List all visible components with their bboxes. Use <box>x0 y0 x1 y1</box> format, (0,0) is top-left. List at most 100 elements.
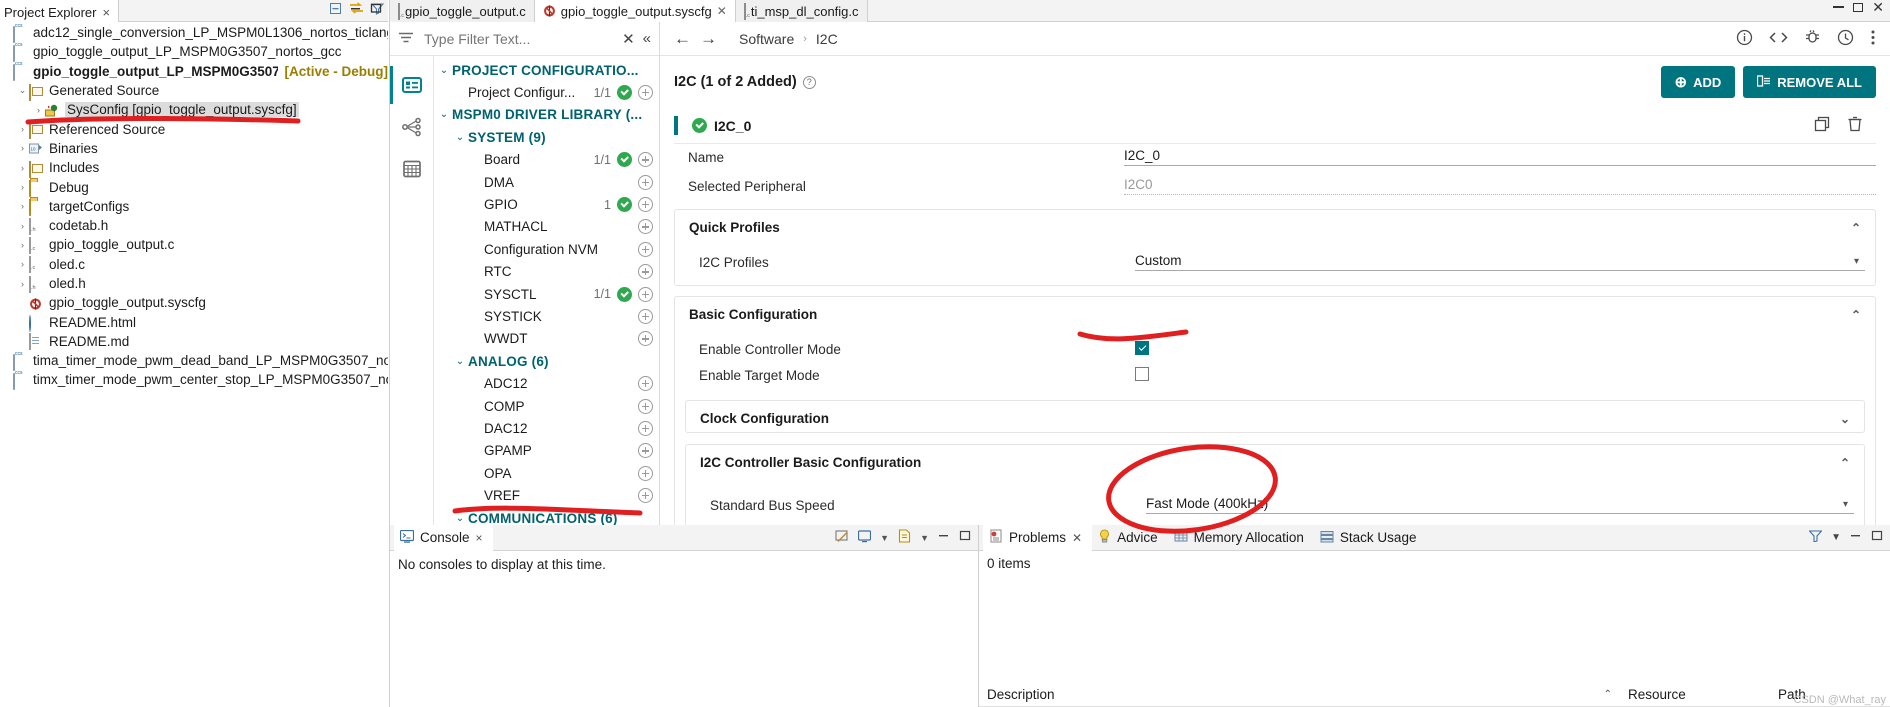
sysconfig-tree-item[interactable]: ⌄ SYSTEM (9) <box>434 126 659 148</box>
chevron-right-icon[interactable]: › <box>16 201 29 211</box>
view-menu-icon[interactable]: ▼ <box>1831 532 1841 543</box>
basic-configuration-header[interactable]: Basic Configuration ⌃ <box>685 305 1865 330</box>
chevron-up-icon[interactable]: ⌃ <box>1851 221 1861 235</box>
add-instance-icon[interactable] <box>638 241 653 257</box>
sysconfig-tree-item[interactable]: GPAMP <box>434 440 659 462</box>
code-icon[interactable] <box>1769 30 1788 48</box>
rail-board-view-icon[interactable] <box>390 148 433 190</box>
add-instance-icon[interactable] <box>638 264 653 280</box>
quick-profiles-header[interactable]: Quick Profiles ⌃ <box>685 218 1865 243</box>
close-icon[interactable]: × <box>102 5 110 20</box>
chevron-right-icon[interactable]: › <box>16 259 29 269</box>
info-icon[interactable] <box>1736 29 1753 49</box>
close-icon[interactable]: ✕ <box>1872 0 1884 14</box>
add-instance-icon[interactable] <box>638 488 653 504</box>
name-input[interactable]: I2C_0 <box>1124 148 1876 166</box>
chevron-right-icon[interactable]: › <box>16 163 29 173</box>
clock-configuration-header[interactable]: Clock Configuration ⌄ <box>696 409 1854 428</box>
forward-icon[interactable]: → <box>700 30 717 47</box>
project-tree-item[interactable]: README.md <box>0 332 388 351</box>
remove-all-button[interactable]: REMOVE ALL <box>1743 66 1876 98</box>
project-tree-item[interactable]: tima_timer_mode_pwm_dead_band_LP_MSPM0G3… <box>0 351 388 371</box>
add-instance-icon[interactable] <box>638 85 653 101</box>
tab-console[interactable]: Console × <box>394 524 493 551</box>
add-instance-icon[interactable] <box>638 286 653 302</box>
sort-chevron-icon[interactable]: ⌃ <box>1604 689 1612 700</box>
chevron-right-icon[interactable]: › <box>16 279 29 289</box>
problems-view-tab[interactable]: Stack Usage <box>1314 525 1427 551</box>
project-tree-item[interactable]: › .h oled.h <box>0 274 388 293</box>
project-tree-item[interactable]: › .h codetab.h <box>0 216 388 235</box>
editor-tab[interactable]: .c ti_msp_dl_config.c <box>735 0 868 22</box>
sysconfig-tree-item[interactable]: WWDT <box>434 328 659 350</box>
close-icon[interactable]: × <box>476 531 483 545</box>
help-icon[interactable]: ? <box>802 75 816 89</box>
minimize-icon[interactable] <box>938 530 950 545</box>
more-icon[interactable] <box>1870 29 1876 49</box>
sysconfig-tree-item[interactable]: OPA <box>434 462 659 484</box>
sysconfig-tree-item[interactable]: SYSTICK <box>434 305 659 327</box>
sysconfig-tree-item[interactable]: GPIO 1 <box>434 193 659 215</box>
chevron-down-icon[interactable]: ▼ <box>880 533 889 543</box>
project-tree[interactable]: adc12_single_conversion_LP_MSPM0L1306_no… <box>0 22 388 390</box>
sysconfig-tree-item[interactable]: ADC12 <box>434 372 659 394</box>
chevron-down-icon[interactable]: ▼ <box>920 533 929 543</box>
sysconfig-tree-item[interactable]: DAC12 <box>434 417 659 439</box>
rail-pinmux-icon[interactable] <box>390 106 433 148</box>
sysconfig-tree-item[interactable]: DMA <box>434 171 659 193</box>
maximize-icon[interactable] <box>370 2 382 17</box>
sysconfig-tree-item[interactable]: RTC <box>434 261 659 283</box>
sysconfig-module-tree[interactable]: ⌄ PROJECT CONFIGURATIO... Project Configur… <box>434 56 659 525</box>
enable-controller-mode-checkbox[interactable] <box>1135 340 1149 355</box>
sysconfig-tree-item[interactable]: SYSCTL 1/1 <box>434 283 659 305</box>
project-tree-item[interactable]: adc12_single_conversion_LP_MSPM0L1306_no… <box>0 23 388 43</box>
standard-bus-speed-select[interactable]: Fast Mode (400kHz) <box>1146 496 1854 514</box>
chevron-right-icon[interactable]: › <box>16 182 29 192</box>
problems-view-tab[interactable]: Advice <box>1092 525 1168 551</box>
project-tree-item[interactable]: timx_timer_mode_pwm_center_stop_LP_MSPM0… <box>0 370 388 390</box>
sysconfig-filter-input[interactable] <box>422 29 615 48</box>
sysconfig-tree-item[interactable]: ⌄ ANALOG (6) <box>434 350 659 372</box>
sysconfig-tree-item[interactable]: ⌄ MSPM0 DRIVER LIBRARY (... <box>434 104 659 126</box>
duplicate-icon[interactable] <box>1814 116 1830 135</box>
add-instance-icon[interactable] <box>638 420 653 436</box>
add-instance-icon[interactable] <box>638 376 653 392</box>
debug-icon[interactable] <box>1804 29 1821 48</box>
problems-view-tab[interactable]: Memory Allocation <box>1168 525 1314 551</box>
project-tree-item[interactable]: › Includes <box>0 158 388 178</box>
chevron-down-icon[interactable]: ⌄ <box>436 109 452 120</box>
problems-view-tab[interactable]: Problems ✕ <box>983 524 1093 551</box>
open-console-icon[interactable] <box>898 529 911 546</box>
display-selected-console-icon[interactable] <box>858 529 872 546</box>
chevron-down-icon[interactable]: ▾ <box>1843 499 1848 510</box>
chevron-down-icon[interactable]: ⌄ <box>452 356 468 367</box>
maximize-icon[interactable] <box>1871 530 1883 545</box>
add-instance-icon[interactable] <box>638 398 653 414</box>
close-icon[interactable]: ✕ <box>1072 531 1082 545</box>
add-instance-icon[interactable] <box>638 174 653 190</box>
collapse-all-icon[interactable] <box>329 2 342 15</box>
breadcrumb-item-software[interactable]: Software <box>739 31 794 47</box>
project-tree-item[interactable]: ⌄ Generated Source <box>0 81 388 101</box>
instance-header[interactable]: I2C_0 <box>674 108 1876 144</box>
chevron-down-icon[interactable]: ▾ <box>1854 256 1859 267</box>
add-instance-icon[interactable] <box>638 197 653 213</box>
chevron-right-icon[interactable]: › <box>16 221 29 231</box>
clear-filter-icon[interactable]: ✕ <box>622 30 635 48</box>
chevron-up-icon[interactable]: ⌃ <box>1851 308 1861 322</box>
filter-icon[interactable] <box>1808 530 1823 545</box>
editor-tab[interactable]: gpio_toggle_output.syscfg ✕ <box>534 0 736 22</box>
sysconfig-tree-item[interactable]: ⌄ COMMUNICATIONS (6) <box>434 507 659 526</box>
delete-icon[interactable] <box>1848 116 1862 135</box>
sysconfig-tree-item[interactable]: Board 1/1 <box>434 149 659 171</box>
project-tree-item[interactable]: › .c gpio_toggle_output.c <box>0 235 388 254</box>
problems-column-header[interactable]: Description ⌃ <box>979 683 1620 706</box>
project-tree-item[interactable]: › Referenced Source <box>0 119 388 140</box>
chevron-down-icon[interactable]: ⌄ <box>452 132 468 143</box>
sysconfig-tree-item[interactable]: Configuration NVM <box>434 238 659 260</box>
chevron-right-icon[interactable]: › <box>16 240 29 250</box>
project-tree-item[interactable]: gpio_toggle_output_LP_MSPM0G3507_nortos_… <box>0 62 388 82</box>
minimize-icon[interactable] <box>1850 530 1862 545</box>
sysconfig-tree-item[interactable]: ⌄ PROJECT CONFIGURATIO... <box>434 59 659 81</box>
minimize-icon[interactable] <box>1833 6 1845 8</box>
